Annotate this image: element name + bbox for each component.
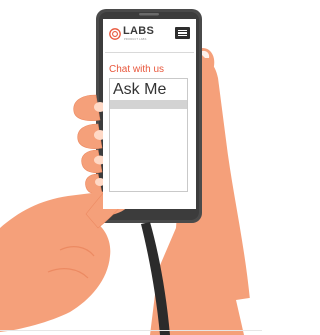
chat-input-value[interactable]: Ask Me xyxy=(110,81,187,99)
chat-input-box[interactable]: Ask Me xyxy=(109,78,188,192)
app-header: LABS PRODUCT LABS xyxy=(103,19,196,49)
hamburger-menu-icon[interactable] xyxy=(175,27,190,39)
illustration: LABS PRODUCT LABS Chat with us Ask Me xyxy=(0,0,262,335)
phone-speaker xyxy=(139,13,159,16)
logo-subtext: PRODUCT LABS xyxy=(124,38,147,41)
ground-line xyxy=(0,330,262,331)
logo-text: LABS xyxy=(123,25,155,37)
chat-heading: Chat with us xyxy=(109,64,165,75)
labs-logo-icon xyxy=(109,28,121,40)
header-divider xyxy=(105,52,194,53)
phone-screen: LABS PRODUCT LABS Chat with us Ask Me xyxy=(103,19,196,209)
chat-input-highlight xyxy=(110,100,187,109)
